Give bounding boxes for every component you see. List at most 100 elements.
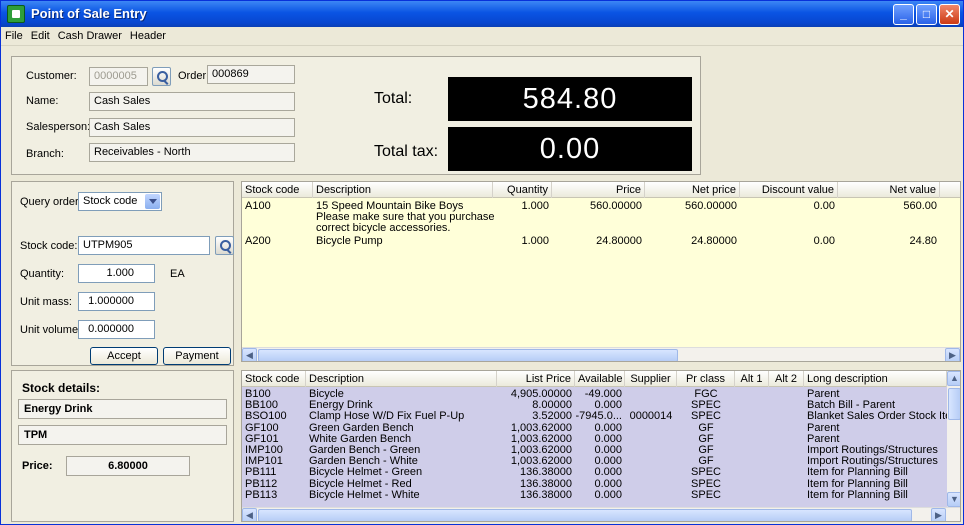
col-discount-value[interactable]: Discount value (740, 182, 838, 198)
stock-lookup-grid[interactable]: Stock code Description List Price Availa… (241, 370, 961, 522)
scroll-up-icon[interactable]: ▲ (947, 371, 960, 386)
scroll-thumb[interactable] (948, 388, 960, 420)
col-description[interactable]: Description (306, 371, 497, 387)
col-stock-code[interactable]: Stock code (242, 182, 313, 198)
col-price[interactable]: Price (552, 182, 645, 198)
stock-search-icon[interactable] (215, 236, 234, 255)
menu-file[interactable]: File (1, 27, 27, 42)
table-row-list[interactable]: 1,003.62000 (497, 456, 572, 467)
quantity-input[interactable]: 1.000 (78, 264, 155, 283)
menu-edit[interactable]: Edit (27, 27, 54, 42)
close-button[interactable]: ✕ (939, 4, 960, 25)
col-alt-2[interactable]: Alt 2 (769, 371, 804, 387)
menu-header[interactable]: Header (126, 27, 170, 42)
table-row-code[interactable]: BB100 (245, 400, 305, 411)
customer-field[interactable]: 0000005 (89, 67, 148, 86)
order-lines-grid[interactable]: Stock code Description Quantity Price Ne… (241, 181, 961, 362)
table-row-desc[interactable]: Bicycle Helmet - White (309, 490, 495, 501)
table-row-avail[interactable]: 0.000 (575, 490, 622, 501)
table-row-prclass[interactable]: SPEC (677, 490, 735, 501)
table-row-desc[interactable]: Bicycle Helmet - Green (309, 467, 495, 478)
table-row-long[interactable]: Item for Planning Bill (807, 467, 947, 478)
table-row-code[interactable]: B100 (245, 389, 305, 400)
table-row-avail[interactable]: 0.000 (575, 434, 622, 445)
col-pr-class[interactable]: Pr class (677, 371, 735, 387)
table-row-desc[interactable]: Garden Bench - Green (309, 445, 495, 456)
table-row-prclass[interactable]: SPEC (677, 479, 735, 490)
table-row-long[interactable]: Parent (807, 423, 947, 434)
query-order-select[interactable]: Stock code (78, 192, 162, 211)
table-row-code[interactable]: BSO100 (245, 411, 305, 422)
menu-cash-drawer[interactable]: Cash Drawer (54, 27, 126, 42)
table-row-list[interactable]: 3.52000 (497, 411, 572, 422)
branch-field[interactable]: Receivables - North (89, 143, 295, 162)
table-row-code[interactable]: A100 (245, 201, 271, 212)
minimize-button[interactable]: _ (893, 4, 914, 25)
table-row-avail[interactable]: 0.000 (575, 479, 622, 490)
stock-grid-vscroll[interactable]: ▲ ▼ (947, 371, 960, 507)
col-description[interactable]: Description (313, 182, 493, 198)
table-row-prclass[interactable]: FGC (677, 389, 735, 400)
table-row-supplier[interactable]: 0000014 (625, 411, 677, 422)
unit-volume-input[interactable]: 0.000000 (78, 320, 155, 339)
maximize-button[interactable]: □ (916, 4, 937, 25)
table-row-long[interactable]: Parent (807, 434, 947, 445)
table-row-net-value[interactable]: 560.00 (838, 201, 937, 212)
scroll-thumb[interactable] (258, 509, 912, 521)
table-row-prclass[interactable]: SPEC (677, 467, 735, 478)
table-row-long[interactable]: Import Routings/Structures (807, 445, 947, 456)
title-bar[interactable]: Point of Sale Entry _ □ ✕ (1, 1, 963, 27)
table-row-prclass[interactable]: GF (677, 423, 735, 434)
table-row-prclass[interactable]: GF (677, 456, 735, 467)
table-row-prclass[interactable]: SPEC (677, 400, 735, 411)
table-row-net-price[interactable]: 560.00000 (645, 201, 737, 212)
table-row-quantity[interactable]: 1.000 (493, 201, 549, 212)
col-quantity[interactable]: Quantity (493, 182, 552, 198)
customer-search-icon[interactable] (152, 67, 171, 86)
table-row-list[interactable]: 1,003.62000 (497, 423, 572, 434)
table-row-code[interactable]: PB111 (245, 467, 305, 478)
table-row-quantity[interactable]: 1.000 (493, 236, 549, 247)
table-row-description[interactable]: 15 Speed Mountain Bike Boys (316, 201, 494, 212)
scroll-left-icon[interactable]: ◀ (242, 348, 257, 361)
table-row-price[interactable]: 560.00000 (552, 201, 642, 212)
table-row-code[interactable]: PB113 (245, 490, 305, 501)
chevron-down-icon[interactable] (145, 194, 160, 209)
scroll-down-icon[interactable]: ▼ (947, 492, 960, 507)
col-supplier[interactable]: Supplier (625, 371, 677, 387)
table-row-description[interactable]: Bicycle Pump (316, 236, 494, 247)
table-row-list[interactable]: 4,905.00000 (497, 389, 572, 400)
table-row-code[interactable]: A200 (245, 236, 271, 247)
table-row-list[interactable]: 1,003.62000 (497, 445, 572, 456)
unit-mass-input[interactable]: 1.000000 (78, 292, 155, 311)
table-row-avail[interactable]: 0.000 (575, 467, 622, 478)
table-row-long[interactable]: Blanket Sales Order Stock Iter (807, 411, 947, 422)
table-row-prclass[interactable]: SPEC (677, 411, 735, 422)
table-row-avail[interactable]: -49.000 (575, 389, 622, 400)
table-row-long[interactable]: Item for Planning Bill (807, 490, 947, 501)
col-alt-1[interactable]: Alt 1 (735, 371, 769, 387)
table-row-desc[interactable]: Energy Drink (309, 400, 495, 411)
scroll-right-icon[interactable]: ▶ (931, 508, 946, 521)
stock-code-input[interactable]: UTPM905 (78, 236, 210, 255)
accept-button[interactable]: Accept (90, 347, 158, 365)
table-row-desc[interactable]: Bicycle (309, 389, 495, 400)
table-row-list[interactable]: 136.38000 (497, 467, 572, 478)
table-row-avail[interactable]: 0.000 (575, 423, 622, 434)
order-grid-hscroll[interactable]: ◀ ▶ (242, 347, 960, 361)
table-row-avail[interactable]: 0.000 (575, 400, 622, 411)
table-row-code[interactable]: GF100 (245, 423, 305, 434)
table-row-avail[interactable]: -7945.0... (575, 411, 622, 422)
table-row-list[interactable]: 136.38000 (497, 479, 572, 490)
table-row-desc[interactable]: Clamp Hose W/D Fix Fuel P-Up (309, 411, 495, 422)
table-row-code[interactable]: IMP100 (245, 445, 305, 456)
scroll-right-icon[interactable]: ▶ (945, 348, 960, 361)
table-row-discount[interactable]: 0.00 (740, 201, 835, 212)
table-row-code[interactable]: PB112 (245, 479, 305, 490)
table-row-list[interactable]: 1,003.62000 (497, 434, 572, 445)
table-row-price[interactable]: 24.80000 (552, 236, 642, 247)
table-row-avail[interactable]: 0.000 (575, 456, 622, 467)
col-available[interactable]: Available (575, 371, 625, 387)
salesperson-field[interactable]: Cash Sales (89, 118, 295, 137)
col-stock-code[interactable]: Stock code (242, 371, 306, 387)
